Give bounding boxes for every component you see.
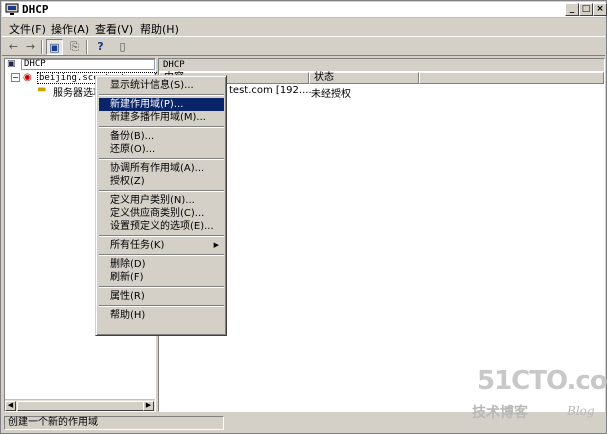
context-menu-item[interactable]: 定义供应商类别(C)... — [99, 207, 224, 220]
context-menu-item[interactable]: 新建作用域(P)... — [99, 98, 224, 111]
context-menu-item[interactable]: 新建多播作用域(M)... — [99, 111, 224, 124]
menu-separator — [99, 126, 224, 128]
menu-separator — [99, 286, 224, 288]
toolbar-separator — [86, 40, 88, 54]
folder-icon: ▬ — [37, 84, 47, 95]
horizontal-scrollbar[interactable]: ◀ ▶ — [5, 399, 155, 411]
toolbar: ← → ▣ ⎘ ? ▯ — [2, 36, 605, 56]
window-title: DHCP — [22, 3, 49, 16]
maximize-button[interactable]: □ — [579, 3, 593, 16]
close-button[interactable]: × — [593, 3, 607, 16]
back-icon[interactable]: ← — [5, 39, 22, 55]
status-text: 创建一个新的作用域 — [4, 416, 224, 430]
tree-root-label[interactable]: DHCP — [21, 59, 155, 70]
context-menu-item[interactable]: 所有任务(K) ▶ — [99, 239, 224, 252]
dhcp-app-icon — [5, 3, 19, 15]
help-icon[interactable]: ? — [92, 39, 109, 55]
minimize-button[interactable]: _ — [565, 3, 579, 16]
context-menu-item[interactable]: 授权(Z) — [99, 175, 224, 188]
details-row-status: 未经授权 — [311, 89, 351, 100]
scroll-right-icon[interactable]: ▶ — [143, 401, 154, 411]
context-menu-item[interactable]: 刷新(F) — [99, 271, 224, 284]
context-menu-item[interactable]: 显示统计信息(S)... — [99, 79, 224, 92]
context-menu-item[interactable]: 属性(R) — [99, 290, 224, 303]
context-menu-item[interactable]: 定义用户类别(N)... — [99, 194, 224, 207]
context-menu-item[interactable]: 备份(B)... — [99, 130, 224, 143]
context-menu-item[interactable]: 设置预定义的选项(E)... — [99, 220, 224, 233]
context-menu: 显示统计信息(S)... 新建作用域(P)... 新建多播作用域(M)... 备份(B… — [95, 75, 227, 336]
menu-separator — [99, 305, 224, 307]
tree-root-row: ▣ DHCP — [5, 59, 155, 71]
menu-separator — [99, 235, 224, 237]
menu-separator — [99, 94, 224, 96]
submenu-arrow-icon: ▶ — [213, 241, 219, 249]
collapse-icon[interactable]: − — [11, 73, 20, 82]
column-header-status[interactable]: 状态 — [309, 72, 419, 84]
context-menu-item[interactable]: 帮助(H) — [99, 309, 224, 322]
menu-bar: 文件(F) 操作(A) 查看(V) 帮助(H) — [2, 19, 605, 36]
scroll-thumb[interactable] — [17, 401, 145, 411]
context-menu-item[interactable]: 还原(O)... — [99, 143, 224, 156]
watermark-blog: Blog — [567, 404, 595, 418]
watermark-logo: 51CTO.com — [477, 366, 607, 396]
title-bar[interactable]: DHCP _ □ × — [2, 2, 607, 18]
details-title: DHCP — [159, 59, 604, 71]
context-menu-item[interactable]: 删除(D) — [99, 258, 224, 271]
toolbar-separator — [41, 40, 43, 54]
menu-separator — [99, 190, 224, 192]
watermark-tagline: 技术博客 — [472, 405, 528, 421]
server-down-icon: ◉ — [23, 72, 32, 83]
dhcp-root-icon: ▣ — [7, 59, 16, 69]
details-row-content[interactable]: test.com [192.... — [229, 85, 312, 96]
properties-icon[interactable]: ▯ — [114, 39, 131, 55]
export-list-icon[interactable]: ⎘ — [66, 39, 83, 55]
show-hide-tree-icon[interactable]: ▣ — [46, 39, 63, 55]
scroll-left-icon[interactable]: ◀ — [5, 401, 16, 411]
menu-separator — [99, 158, 224, 160]
column-header-empty — [419, 72, 604, 84]
forward-icon[interactable]: → — [22, 39, 39, 55]
menu-separator — [99, 254, 224, 256]
context-menu-item[interactable]: 协调所有作用域(A)... — [99, 162, 224, 175]
